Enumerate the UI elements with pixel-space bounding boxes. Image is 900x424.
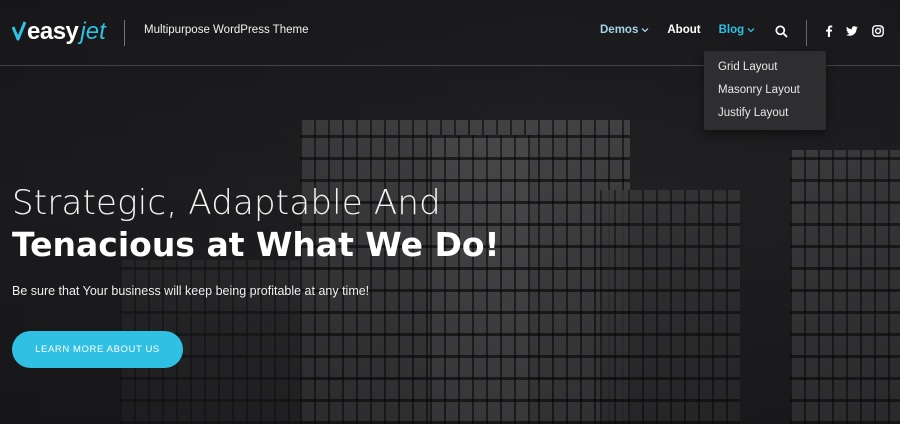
hero-subheadline: Be sure that Your business will keep bei… [12,284,370,298]
logo-text-easy: easy [27,18,79,45]
twitter-icon[interactable] [846,25,858,37]
site-logo[interactable]: easy jet [12,16,106,48]
hero-headline-light: Strategic, Adaptable And [12,183,441,223]
nav-item-demos[interactable]: Demos [600,24,649,36]
dropdown-item-grid-layout[interactable]: Grid Layout [704,59,826,82]
instagram-icon[interactable] [872,25,884,37]
learn-more-button[interactable]: LEARN MORE ABOUT US [12,331,183,368]
search-icon[interactable] [775,25,788,38]
facebook-icon[interactable] [823,25,835,37]
header-divider [124,20,125,46]
chevron-down-icon [747,28,755,33]
nav-divider [806,20,807,46]
nav-item-blog[interactable]: Blog [719,24,756,36]
nav-item-label: About [667,24,701,36]
nav-item-label: Blog [718,24,745,36]
site-tagline: Multipurpose WordPress Theme [144,24,309,36]
dropdown-item-justify-layout[interactable]: Justify Layout [704,105,826,128]
main-nav: Demos About Blog [600,24,773,36]
chevron-down-icon [641,28,649,33]
nav-item-label: Demos [600,24,639,36]
dropdown-item-masonry-layout[interactable]: Masonry Layout [704,82,826,105]
logo-check-icon [12,21,26,41]
logo-text-jet: jet [80,18,106,45]
blog-dropdown-menu: Grid Layout Masonry Layout Justify Layou… [704,51,826,130]
hero-headline-bold: Tenacious at What We Do! [12,225,500,264]
nav-item-about[interactable]: About [667,24,700,36]
